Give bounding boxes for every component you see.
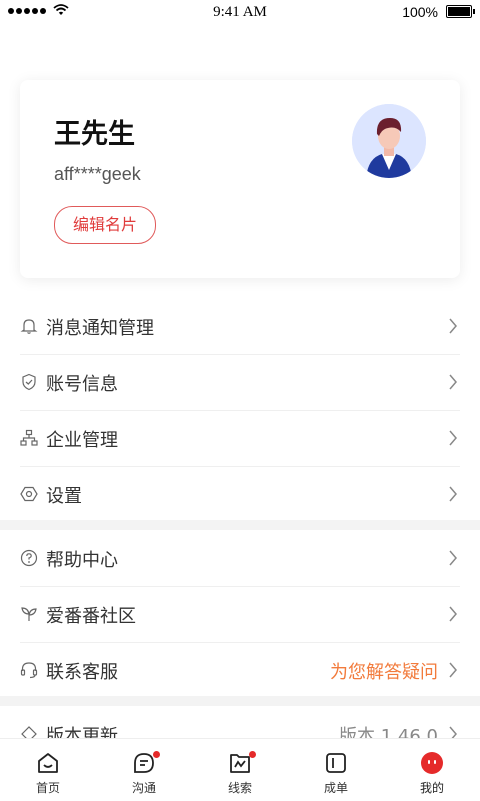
unread-badge bbox=[153, 751, 160, 758]
tab-label: 线索 bbox=[227, 781, 252, 795]
question-icon bbox=[20, 549, 38, 567]
menu-item-label: 联系客服 bbox=[46, 662, 118, 683]
chevron-right-icon bbox=[449, 318, 457, 334]
menu-item-label: 帮助中心 bbox=[46, 550, 118, 571]
menu-item-label: 消息通知管理 bbox=[46, 318, 154, 339]
menu-item-notifications[interactable]: 消息通知管理 bbox=[20, 298, 460, 355]
tab-leads[interactable]: 线索 bbox=[192, 739, 288, 801]
tab-label: 成单 bbox=[323, 781, 348, 795]
tab-label: 沟通 bbox=[131, 781, 156, 795]
chevron-right-icon bbox=[449, 550, 457, 566]
menu-item-account-info[interactable]: 账号信息 bbox=[20, 354, 460, 411]
headset-icon bbox=[20, 662, 38, 679]
section-divider bbox=[0, 520, 480, 530]
deal-icon bbox=[326, 753, 346, 773]
chevron-right-icon bbox=[449, 486, 457, 502]
menu-item-label: 账号信息 bbox=[46, 374, 118, 395]
avatar-illustration bbox=[352, 104, 426, 178]
unread-badge bbox=[249, 751, 256, 758]
bottom-tab-bar: 首页 沟通 线索 成单 我的 bbox=[0, 738, 480, 801]
profile-card: 王先生 aff****geek 编辑名片 bbox=[20, 80, 460, 278]
chevron-right-icon bbox=[449, 430, 457, 446]
user-account: aff****geek bbox=[54, 164, 141, 184]
battery-icon bbox=[446, 5, 475, 18]
tab-label: 首页 bbox=[35, 781, 60, 795]
user-name: 王先生 bbox=[54, 119, 135, 150]
menu-item-label: 设置 bbox=[46, 486, 82, 507]
chevron-right-icon bbox=[449, 606, 457, 622]
bell-icon bbox=[20, 319, 38, 334]
customer-service-hint: 为您解答疑问 bbox=[330, 662, 438, 683]
org-chart-icon bbox=[20, 429, 38, 446]
avatar[interactable] bbox=[352, 104, 426, 178]
sprout-icon bbox=[21, 607, 37, 621]
status-bar: 9:41 AM 100% bbox=[0, 0, 480, 24]
chevron-right-icon bbox=[449, 662, 457, 678]
menu-item-community[interactable]: 爱番番社区 bbox=[20, 586, 460, 643]
menu-item-label: 企业管理 bbox=[46, 430, 118, 451]
settings-hexagon-icon bbox=[20, 486, 38, 502]
tab-label: 我的 bbox=[419, 781, 444, 795]
shield-icon bbox=[22, 373, 36, 391]
menu-item-customer-service[interactable]: 联系客服 为您解答疑问 bbox=[20, 642, 460, 698]
battery-percent: 100% bbox=[402, 4, 438, 20]
section-divider bbox=[0, 696, 480, 706]
menu-item-label: 爱番番社区 bbox=[46, 606, 136, 627]
home-icon bbox=[38, 753, 58, 773]
profile-face-icon bbox=[421, 752, 443, 774]
menu-item-settings[interactable]: 设置 bbox=[20, 466, 460, 522]
chevron-right-icon bbox=[449, 374, 457, 390]
edit-card-button[interactable]: 编辑名片 bbox=[54, 206, 156, 244]
tab-deals[interactable]: 成单 bbox=[288, 739, 384, 801]
menu-item-help-center[interactable]: 帮助中心 bbox=[20, 530, 460, 587]
tab-home[interactable]: 首页 bbox=[0, 739, 96, 801]
menu-item-enterprise[interactable]: 企业管理 bbox=[20, 410, 460, 467]
tab-mine[interactable]: 我的 bbox=[384, 739, 480, 801]
tab-chat[interactable]: 沟通 bbox=[96, 739, 192, 801]
